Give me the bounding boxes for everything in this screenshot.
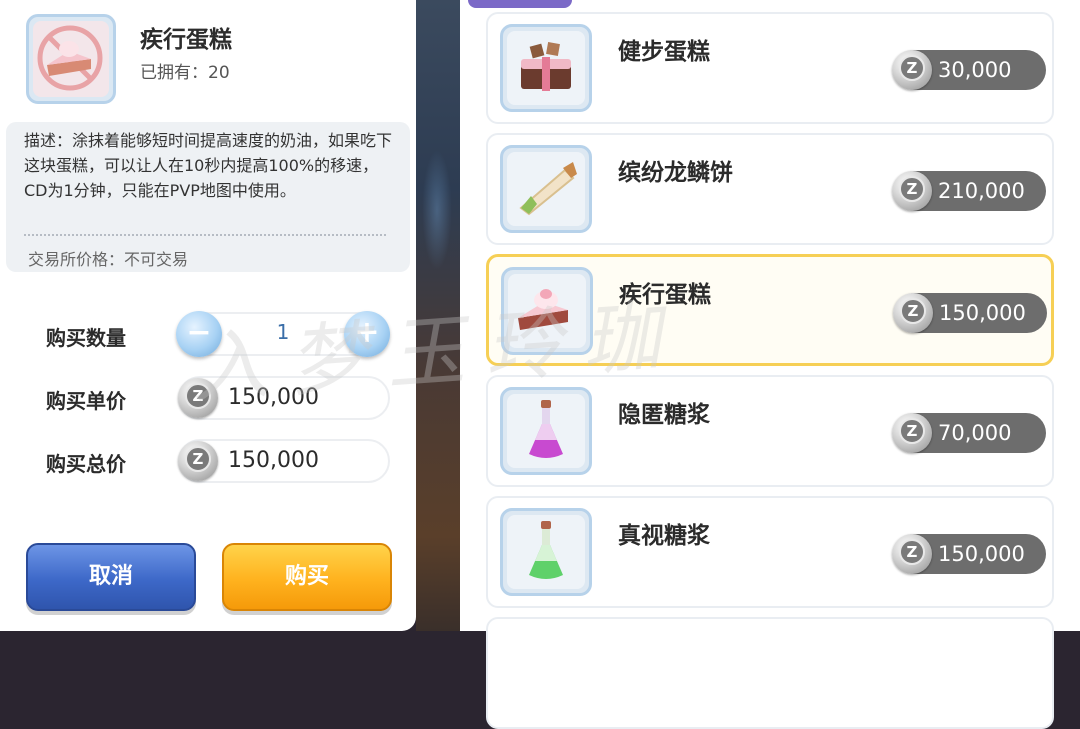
game-scene-background bbox=[416, 0, 460, 631]
item-detail-panel: 疾行蛋糕 已拥有：20 描述：涂抹着能够短时间提高速度的奶油，如果吃下这块蛋糕，… bbox=[0, 0, 416, 631]
category-tab[interactable] bbox=[468, 0, 572, 8]
item-image-frame bbox=[26, 14, 116, 104]
item-icon-frame bbox=[500, 145, 592, 233]
shop-item-card[interactable]: 隐匿糖浆 70,000 bbox=[486, 375, 1054, 487]
unit-price-value: 150,000 bbox=[228, 385, 319, 410]
exchange-price: 交易所价格：不可交易 bbox=[28, 250, 189, 269]
divider bbox=[24, 234, 386, 236]
item-description: 描述：涂抹着能够短时间提高速度的奶油，如果吃下这块蛋糕，可以让人在10秒内提高1… bbox=[24, 131, 393, 200]
price-tag: 30,000 bbox=[892, 50, 1046, 90]
chocolate-cake-icon bbox=[507, 31, 585, 105]
shop-item-name: 真视糖浆 bbox=[618, 523, 710, 549]
price-tag: 150,000 bbox=[892, 534, 1046, 574]
shop-item-card-partial[interactable] bbox=[486, 617, 1054, 729]
purple-potion-icon bbox=[507, 394, 585, 468]
cancel-button[interactable]: 取消 bbox=[26, 543, 196, 611]
price-tag: 210,000 bbox=[892, 171, 1046, 211]
shop-item-name: 缤纷龙鳞饼 bbox=[618, 160, 733, 186]
quantity-label: 购买数量 bbox=[46, 326, 126, 350]
zeny-coin-icon bbox=[892, 50, 932, 90]
buy-button[interactable]: 购买 bbox=[222, 543, 392, 611]
total-price-value: 150,000 bbox=[228, 448, 319, 473]
item-icon-frame bbox=[500, 24, 592, 112]
quantity-value[interactable]: 1 bbox=[222, 320, 344, 344]
shop-item-card-selected[interactable]: 疾行蛋糕 150,000 bbox=[486, 254, 1054, 366]
zeny-coin-icon bbox=[892, 171, 932, 211]
zeny-coin-icon bbox=[892, 413, 932, 453]
zeny-coin-icon bbox=[892, 534, 932, 574]
zeny-coin-icon bbox=[178, 378, 218, 418]
shop-item-price: 210,000 bbox=[938, 179, 1025, 203]
shop-item-card[interactable]: 健步蛋糕 30,000 bbox=[486, 12, 1054, 124]
item-icon-frame bbox=[501, 267, 593, 355]
shop-item-price: 70,000 bbox=[938, 421, 1012, 445]
shop-item-card[interactable]: 真视糖浆 150,000 bbox=[486, 496, 1054, 608]
total-price-label: 购买总价 bbox=[46, 452, 126, 476]
shop-item-name: 疾行蛋糕 bbox=[619, 282, 711, 308]
item-icon-frame bbox=[500, 387, 592, 475]
shop-item-card[interactable]: 缤纷龙鳞饼 210,000 bbox=[486, 133, 1054, 245]
price-tag: 70,000 bbox=[892, 413, 1046, 453]
decrease-quantity-button[interactable]: − bbox=[176, 311, 222, 357]
shop-item-list[interactable]: 健步蛋糕 30,000 缤纷龙鳞饼 210,000 bbox=[460, 0, 1080, 729]
zeny-coin-icon bbox=[893, 293, 933, 333]
price-tag: 150,000 bbox=[893, 293, 1047, 333]
shop-item-price: 150,000 bbox=[939, 301, 1026, 325]
shop-item-name: 隐匿糖浆 bbox=[618, 402, 710, 428]
strawberry-cake-icon bbox=[33, 21, 109, 97]
crepe-roll-icon bbox=[507, 152, 585, 226]
item-title: 疾行蛋糕 bbox=[140, 27, 232, 53]
item-icon-frame bbox=[500, 508, 592, 596]
green-potion-icon bbox=[507, 515, 585, 589]
owned-count: 已拥有：20 bbox=[140, 63, 230, 83]
shop-item-price: 150,000 bbox=[938, 542, 1025, 566]
shop-item-name: 健步蛋糕 bbox=[618, 39, 710, 65]
strawberry-cake-icon bbox=[508, 274, 586, 348]
unit-price-label: 购买单价 bbox=[46, 389, 126, 413]
increase-quantity-button[interactable]: + bbox=[344, 311, 390, 357]
zeny-coin-icon bbox=[178, 441, 218, 481]
shop-item-price: 30,000 bbox=[938, 58, 1012, 82]
